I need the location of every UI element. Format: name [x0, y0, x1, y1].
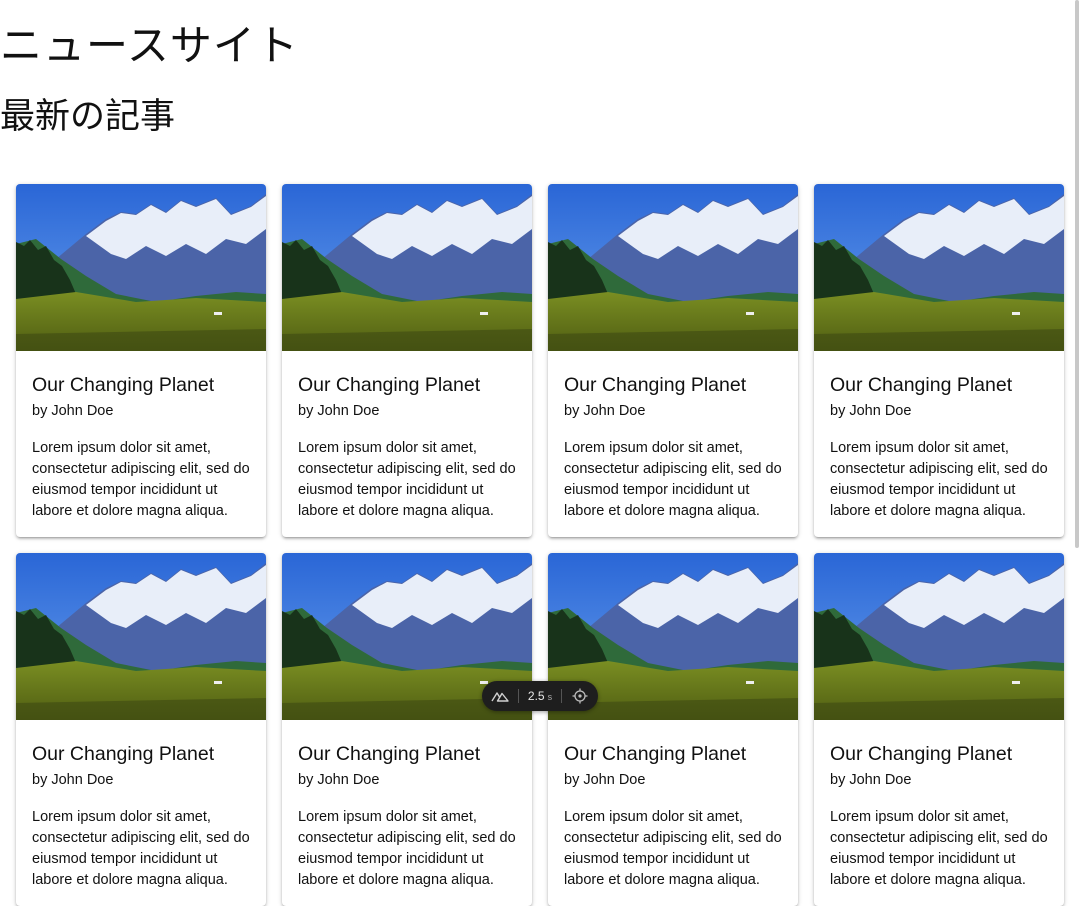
article-author: by John Doe: [564, 403, 646, 419]
scrollbar-thumb[interactable]: [1075, 0, 1079, 548]
article-title: Our Changing Planet: [32, 743, 215, 765]
page-scrollbar[interactable]: [1072, 0, 1080, 550]
article-card[interactable]: Our Changing Planet by John Doe Lorem ip…: [548, 184, 798, 537]
article-author: by John Doe: [564, 772, 646, 788]
article-image: [814, 184, 1064, 351]
article-excerpt: Lorem ipsum dolor sit amet, consectetur …: [32, 440, 250, 519]
nuxt-logo-icon[interactable]: [482, 690, 518, 702]
crosshair-icon[interactable]: [562, 688, 598, 704]
timing-value: 2.5: [527, 689, 545, 703]
article-card[interactable]: Our Changing Planet by John Doe Lorem ip…: [16, 553, 266, 906]
devtools-toolbar[interactable]: 2.5 s: [482, 681, 598, 711]
article-title: Our Changing Planet: [32, 374, 215, 396]
article-card[interactable]: Our Changing Planet by John Doe Lorem ip…: [16, 184, 266, 537]
article-title: Our Changing Planet: [830, 374, 1013, 396]
article-card[interactable]: Our Changing Planet by John Doe Lorem ip…: [548, 553, 798, 906]
article-excerpt: Lorem ipsum dolor sit amet, consectetur …: [564, 809, 782, 888]
article-excerpt: Lorem ipsum dolor sit amet, consectetur …: [32, 809, 250, 888]
article-excerpt: Lorem ipsum dolor sit amet, consectetur …: [830, 440, 1048, 519]
section-title: 最新の記事: [0, 97, 176, 137]
article-author: by John Doe: [298, 772, 380, 788]
article-image: [548, 184, 798, 351]
article-image: [814, 553, 1064, 720]
article-image: [282, 184, 532, 351]
timing-unit: s: [547, 692, 553, 702]
article-card[interactable]: Our Changing Planet by John Doe Lorem ip…: [814, 184, 1064, 537]
render-timing[interactable]: 2.5 s: [519, 689, 561, 703]
article-excerpt: Lorem ipsum dolor sit amet, consectetur …: [298, 440, 516, 519]
article-title: Our Changing Planet: [830, 743, 1013, 765]
article-grid: Our Changing Planet by John Doe Lorem ip…: [16, 184, 1064, 906]
article-card[interactable]: Our Changing Planet by John Doe Lorem ip…: [814, 553, 1064, 906]
site-title: ニュースサイト: [0, 21, 299, 70]
article-author: by John Doe: [32, 403, 114, 419]
article-title: Our Changing Planet: [298, 374, 481, 396]
article-title: Our Changing Planet: [298, 743, 481, 765]
article-author: by John Doe: [32, 772, 114, 788]
article-excerpt: Lorem ipsum dolor sit amet, consectetur …: [298, 809, 516, 888]
article-title: Our Changing Planet: [564, 374, 747, 396]
article-image: [16, 553, 266, 720]
article-image: [16, 184, 266, 351]
article-excerpt: Lorem ipsum dolor sit amet, consectetur …: [564, 440, 782, 519]
article-card[interactable]: Our Changing Planet by John Doe Lorem ip…: [282, 553, 532, 906]
article-excerpt: Lorem ipsum dolor sit amet, consectetur …: [830, 809, 1048, 888]
article-author: by John Doe: [298, 403, 380, 419]
article-author: by John Doe: [830, 403, 912, 419]
article-title: Our Changing Planet: [564, 743, 747, 765]
article-author: by John Doe: [830, 772, 912, 788]
article-card[interactable]: Our Changing Planet by John Doe Lorem ip…: [282, 184, 532, 537]
